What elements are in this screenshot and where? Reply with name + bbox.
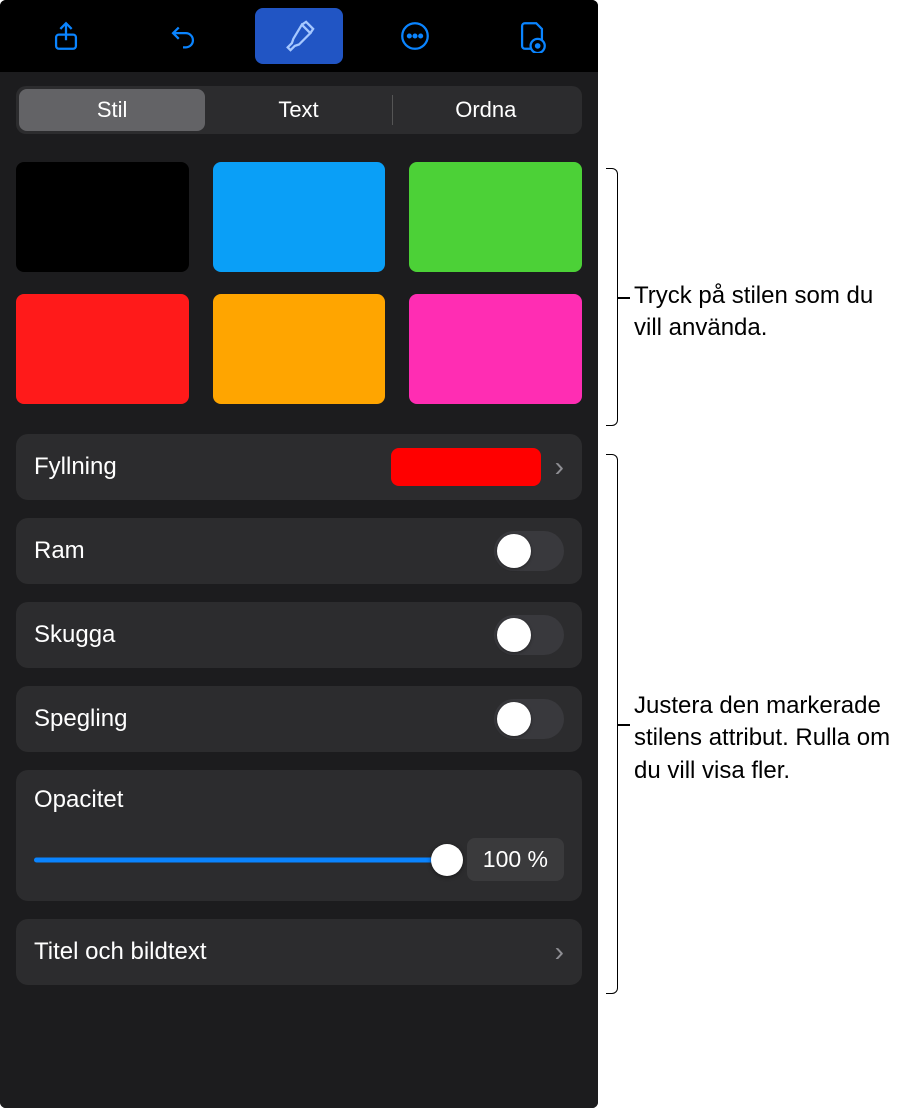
callout-connector (618, 724, 630, 726)
fill-color-chip (391, 448, 541, 486)
doc-insert-icon (515, 19, 549, 53)
undo-icon (166, 19, 200, 53)
border-toggle[interactable] (494, 531, 564, 571)
style-swatch-blue[interactable] (213, 162, 386, 272)
callout-bracket-attributes (606, 454, 618, 994)
more-button[interactable] (371, 8, 459, 64)
style-swatch-black[interactable] (16, 162, 189, 272)
reflection-toggle[interactable] (494, 699, 564, 739)
opacity-value: 100 % (467, 838, 564, 881)
tab-label: Stil (97, 97, 128, 123)
reflection-label: Spegling (34, 705, 494, 733)
share-icon (49, 19, 83, 53)
style-swatch-pink[interactable] (409, 294, 582, 404)
format-panel: Stil Text Ordna Fyllning › (0, 0, 598, 1108)
shadow-row: Skugga (16, 602, 582, 668)
callout-connector (618, 297, 630, 299)
title-caption-row[interactable]: Titel och bildtext › (16, 919, 582, 985)
format-brush-button[interactable] (255, 8, 343, 64)
opacity-label: Opacitet (34, 786, 564, 814)
border-label: Ram (34, 537, 494, 565)
callout-swatches: Tryck på stilen som du vill använda. (634, 280, 904, 345)
fill-label: Fyllning (34, 453, 391, 481)
border-row: Ram (16, 518, 582, 584)
style-swatch-orange[interactable] (213, 294, 386, 404)
shadow-toggle[interactable] (494, 615, 564, 655)
tab-text[interactable]: Text (205, 89, 391, 131)
panel-body: Stil Text Ordna Fyllning › (0, 72, 598, 1108)
format-tabs: Stil Text Ordna (16, 86, 582, 134)
callout-bracket-swatches (606, 168, 618, 426)
style-swatch-grid (16, 162, 582, 404)
fill-row[interactable]: Fyllning › (16, 434, 582, 500)
callout-attributes: Justera den markerade stilens attribut. … (634, 690, 904, 787)
style-swatch-red[interactable] (16, 294, 189, 404)
chevron-right-icon: › (555, 451, 564, 483)
opacity-row: Opacitet 100 % (16, 770, 582, 901)
tab-ordna[interactable]: Ordna (393, 89, 579, 131)
tab-label: Text (278, 97, 318, 123)
reflection-row: Spegling (16, 686, 582, 752)
share-button[interactable] (22, 8, 110, 64)
title-caption-label: Titel och bildtext (34, 938, 555, 966)
tab-label: Ordna (455, 97, 516, 123)
toolbar (0, 0, 598, 72)
tab-stil[interactable]: Stil (19, 89, 205, 131)
shadow-label: Skugga (34, 621, 494, 649)
attribute-rows: Fyllning › Ram Skugga Spegling Opacitet (16, 434, 582, 985)
brush-icon (282, 19, 316, 53)
chevron-right-icon: › (555, 936, 564, 968)
opacity-slider[interactable] (34, 846, 449, 874)
document-settings-button[interactable] (488, 8, 576, 64)
style-swatch-green[interactable] (409, 162, 582, 272)
more-icon (398, 19, 432, 53)
undo-button[interactable] (139, 8, 227, 64)
